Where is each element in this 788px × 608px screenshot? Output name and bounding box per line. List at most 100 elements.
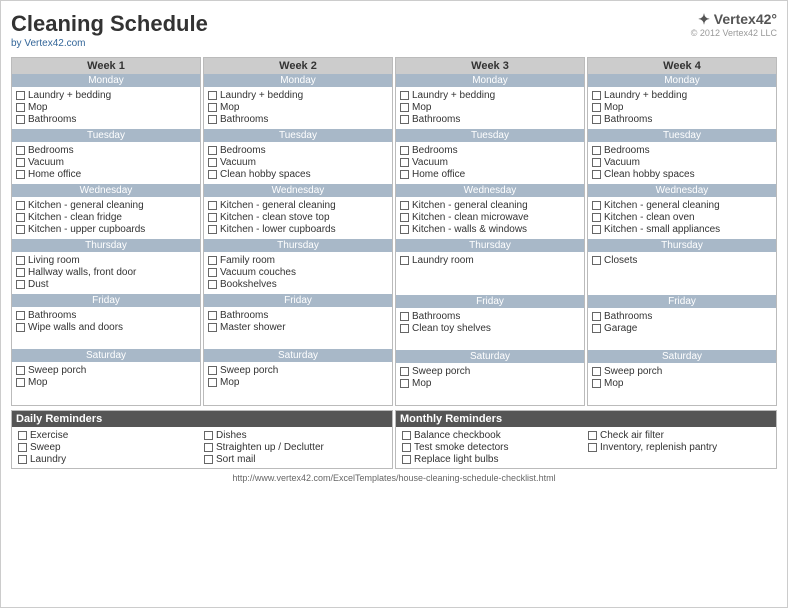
week-2-day-6-section: SaturdaySweep porchMop [204,349,392,404]
checkbox[interactable] [208,311,217,320]
checkbox[interactable] [208,366,217,375]
checkbox[interactable] [208,268,217,277]
checkbox[interactable] [16,366,25,375]
checkbox[interactable] [208,378,217,387]
list-item: Check air filter [588,430,770,441]
checkbox[interactable] [208,225,217,234]
checkbox[interactable] [208,213,217,222]
list-item: Mop [400,378,580,389]
checkbox[interactable] [592,158,601,167]
week-2-day-1-items: Laundry + beddingMopBathrooms [204,87,392,129]
checkbox[interactable] [592,256,601,265]
checkbox[interactable] [16,170,25,179]
list-item: Sweep porch [400,366,580,377]
checkbox[interactable] [402,431,411,440]
checkbox[interactable] [592,379,601,388]
checkbox[interactable] [16,323,25,332]
list-item: Kitchen - clean microwave [400,212,580,223]
checkbox[interactable] [16,91,25,100]
checkbox[interactable] [18,431,27,440]
checkbox[interactable] [592,91,601,100]
checkbox[interactable] [400,103,409,112]
checkbox[interactable] [400,213,409,222]
checkbox[interactable] [592,225,601,234]
checkbox[interactable] [208,146,217,155]
checkbox[interactable] [16,280,25,289]
checkbox[interactable] [402,455,411,464]
logo-text: ✦ Vertex42° [691,11,777,28]
checkbox[interactable] [588,443,597,452]
checkbox[interactable] [208,170,217,179]
item-label: Garage [604,323,637,334]
checkbox[interactable] [16,146,25,155]
checkbox[interactable] [208,91,217,100]
checkbox[interactable] [208,323,217,332]
checkbox[interactable] [208,201,217,210]
checkbox[interactable] [208,103,217,112]
checkbox[interactable] [208,280,217,289]
checkbox[interactable] [592,170,601,179]
checkbox[interactable] [16,256,25,265]
checkbox[interactable] [204,431,213,440]
checkbox[interactable] [18,443,27,452]
checkbox[interactable] [400,367,409,376]
week-4-day-3-header: Wednesday [588,184,776,197]
checkbox[interactable] [400,158,409,167]
week-1-day-5-header: Friday [12,294,200,307]
checkbox[interactable] [400,256,409,265]
checkbox[interactable] [16,268,25,277]
checkbox[interactable] [16,115,25,124]
checkbox[interactable] [16,213,25,222]
checkbox[interactable] [16,378,25,387]
list-item: Mop [400,102,580,113]
checkbox[interactable] [16,158,25,167]
checkbox[interactable] [400,170,409,179]
checkbox[interactable] [592,213,601,222]
list-item: Vacuum [208,157,388,168]
checkbox[interactable] [400,146,409,155]
week-1-day-6-section: SaturdaySweep porchMop [12,349,200,404]
checkbox[interactable] [16,311,25,320]
item-label: Home office [412,169,465,180]
week-2-col: Week 2MondayLaundry + beddingMopBathroom… [203,57,393,406]
item-label: Laundry room [412,255,474,266]
checkbox[interactable] [592,146,601,155]
week-3-day-1-header: Monday [396,74,584,87]
checkbox[interactable] [400,201,409,210]
checkbox[interactable] [592,367,601,376]
checkbox[interactable] [18,455,27,464]
checkbox[interactable] [208,115,217,124]
checkbox[interactable] [400,324,409,333]
list-item: Mop [208,102,388,113]
week-3-day-4-section: ThursdayLaundry room [396,239,584,295]
checkbox[interactable] [204,443,213,452]
week-3-day-3-items: Kitchen - general cleaningKitchen - clea… [396,197,584,239]
list-item: Bathrooms [16,310,196,321]
checkbox[interactable] [592,201,601,210]
checkbox[interactable] [204,455,213,464]
checkbox[interactable] [400,225,409,234]
checkbox[interactable] [400,115,409,124]
checkbox[interactable] [16,225,25,234]
checkbox[interactable] [208,256,217,265]
checkbox[interactable] [208,158,217,167]
week-2-day-2-header: Tuesday [204,129,392,142]
checkbox[interactable] [400,91,409,100]
checkbox[interactable] [16,201,25,210]
list-item: Hallway walls, front door [16,267,196,278]
checkbox[interactable] [592,324,601,333]
week-2-day-5-header: Friday [204,294,392,307]
checkbox[interactable] [592,115,601,124]
checkbox[interactable] [592,103,601,112]
checkbox[interactable] [16,103,25,112]
checkbox[interactable] [592,312,601,321]
item-label: Mop [412,378,431,389]
item-label: Mop [604,102,623,113]
checkbox[interactable] [402,443,411,452]
subtitle-link[interactable]: by Vertex42.com [11,38,85,49]
week-4-day-1-items: Laundry + beddingMopBathrooms [588,87,776,129]
checkbox[interactable] [400,379,409,388]
footer: http://www.vertex42.com/ExcelTemplates/h… [11,473,777,483]
checkbox[interactable] [400,312,409,321]
checkbox[interactable] [588,431,597,440]
